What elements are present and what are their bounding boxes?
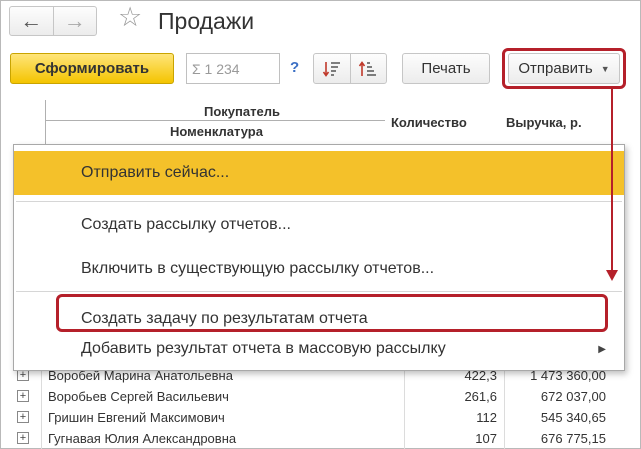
annotation-arrow-icon [606, 89, 618, 281]
